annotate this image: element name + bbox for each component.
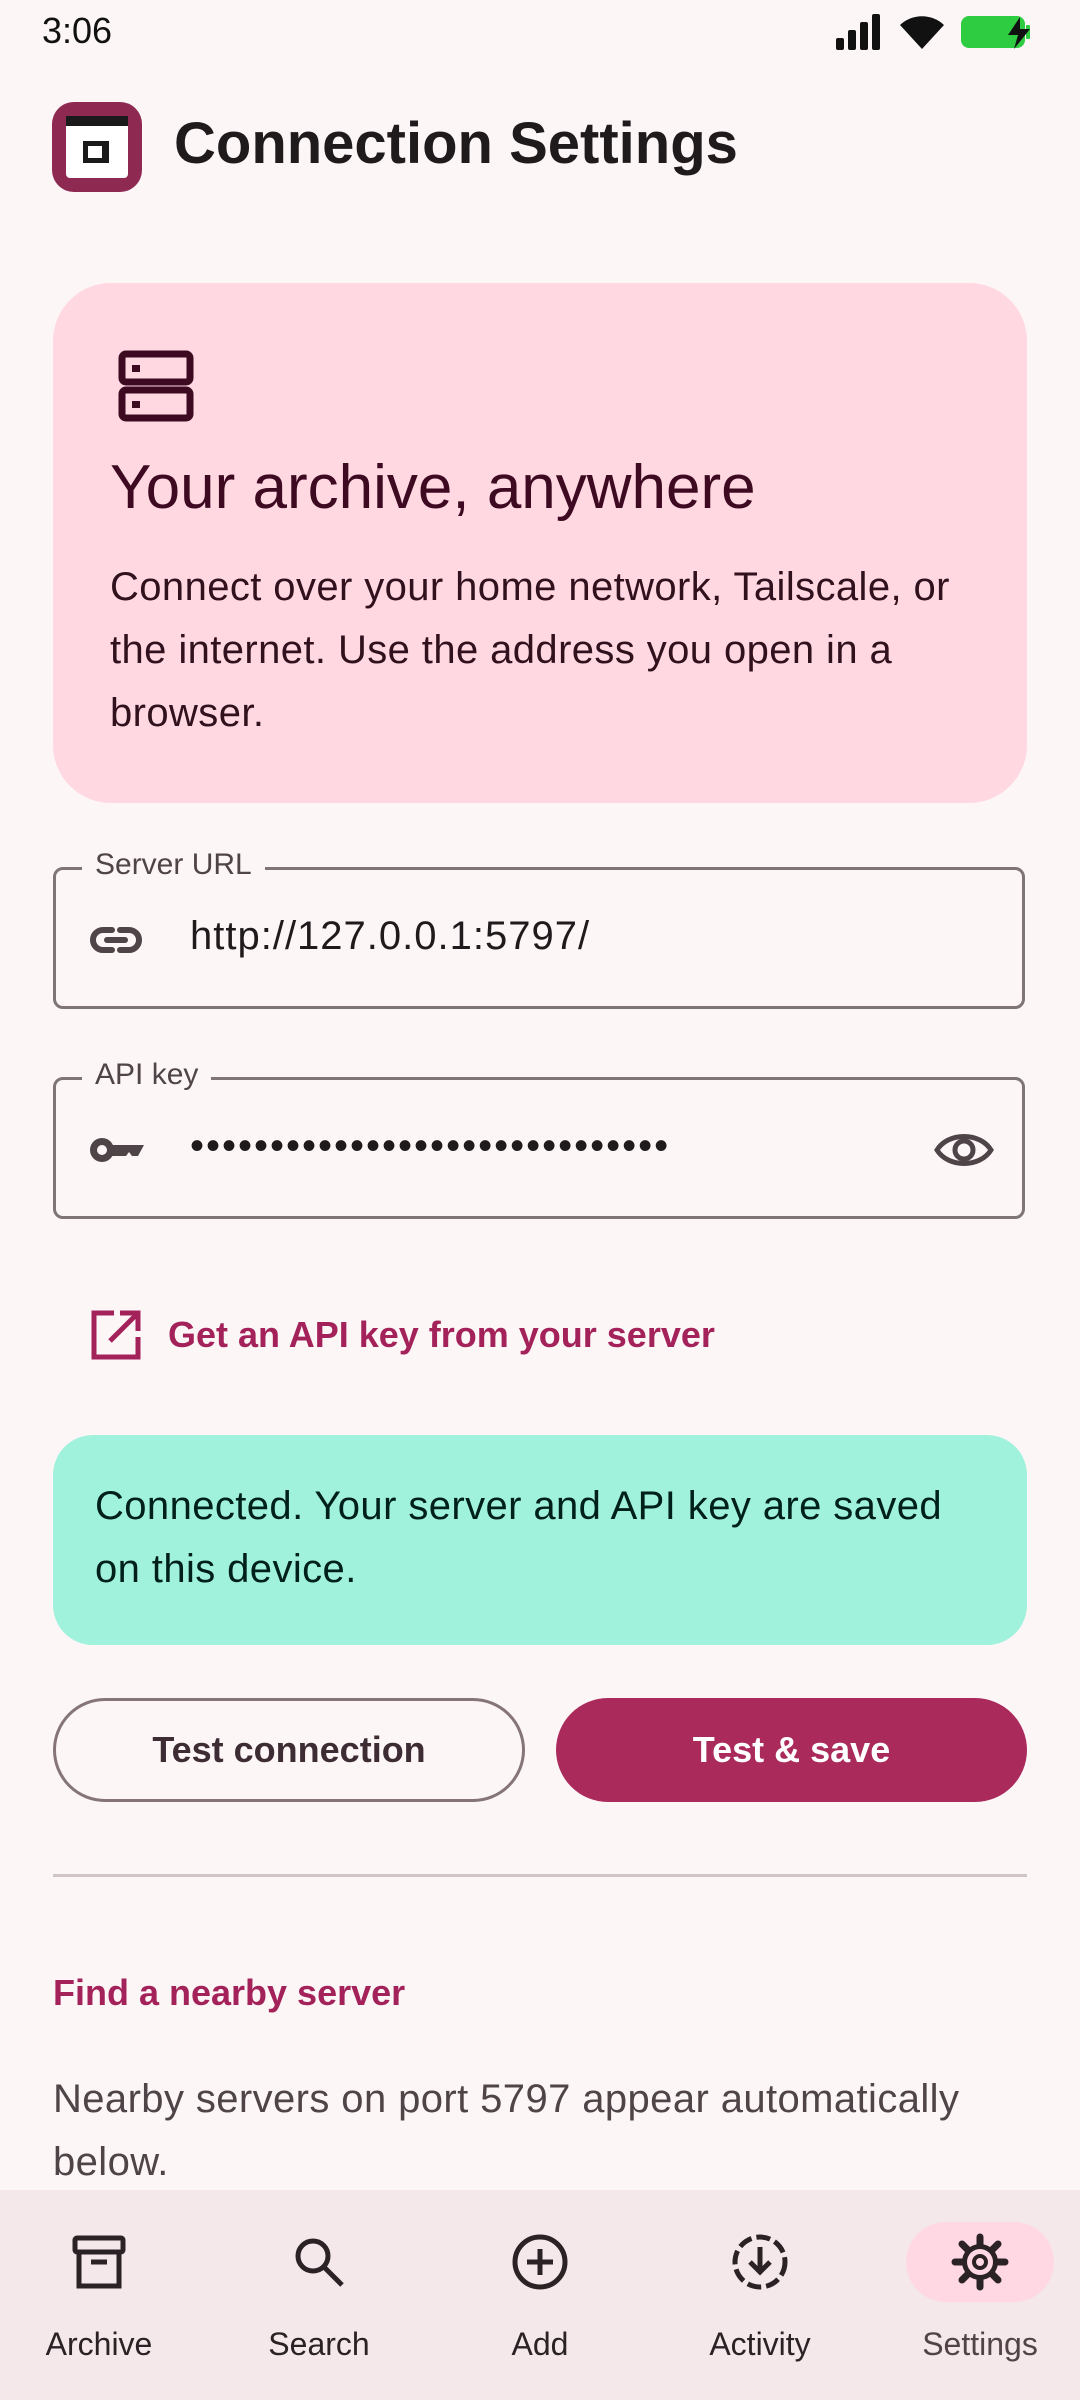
- test-connection-button[interactable]: Test connection: [53, 1698, 525, 1802]
- archive-icon: [72, 2235, 126, 2289]
- nav-item-settings[interactable]: Settings: [870, 2222, 1080, 2363]
- link-icon: [90, 927, 142, 953]
- get-api-key-link[interactable]: Get an API key from your server: [90, 1300, 715, 1370]
- app-logo-icon: [66, 116, 128, 178]
- nav-item-add[interactable]: Add: [430, 2222, 650, 2363]
- eye-icon[interactable]: [934, 1120, 994, 1180]
- nav-label-add: Add: [511, 2326, 569, 2362]
- hero-description: Connect over your home network, Tailscal…: [110, 565, 950, 735]
- server-url-input[interactable]: http://127.0.0.1:5797/: [190, 914, 590, 959]
- search-icon: [295, 2238, 344, 2287]
- page-title: Connection Settings: [174, 111, 738, 176]
- nav-item-archive[interactable]: Archive: [0, 2222, 209, 2363]
- connection-status-message: Connected. Your server and API key are s…: [95, 1484, 943, 1591]
- test-and-save-button[interactable]: Test & save: [556, 1698, 1027, 1802]
- server-url-label: Server URL: [82, 848, 265, 882]
- api-key-input[interactable]: ••••••••••••••••••••••••••••••: [190, 1124, 670, 1169]
- section-divider: [53, 1874, 1027, 1877]
- gear-icon: [951, 2233, 1009, 2291]
- nav-label-activity: Activity: [709, 2326, 811, 2362]
- nav-item-activity[interactable]: Activity: [650, 2222, 870, 2363]
- wifi-icon: [900, 16, 944, 49]
- nav-label-archive: Archive: [45, 2326, 153, 2362]
- download-activity-icon: [732, 2234, 788, 2290]
- nav-pill-archive: [25, 2222, 173, 2302]
- open-external-icon: [91, 1310, 141, 1360]
- nav-pill-search: [245, 2222, 393, 2302]
- hero-title: Your archive, anywhere: [110, 453, 756, 522]
- status-icons: [834, 12, 1042, 52]
- app-logo: [52, 102, 142, 192]
- nav-item-search[interactable]: Search: [209, 2222, 429, 2363]
- server-icon: [118, 350, 194, 422]
- key-icon: [90, 1138, 144, 1162]
- nav-label-settings: Settings: [922, 2326, 1038, 2362]
- nearby-server-description: Nearby servers on port 5797 appear autom…: [53, 2077, 960, 2184]
- add-circle-icon: [512, 2234, 568, 2290]
- api-key-label: API key: [82, 1058, 212, 1092]
- nav-pill-add: [466, 2222, 614, 2302]
- battery-charging-icon: [961, 16, 1030, 49]
- nav-pill-settings: [906, 2222, 1054, 2302]
- get-api-key-label: Get an API key from your server: [168, 1314, 715, 1355]
- nearby-server-title: Find a nearby server: [53, 1972, 406, 2013]
- nav-pill-activity: [686, 2222, 834, 2302]
- signal-icon: [836, 14, 880, 50]
- status-time: 3:06: [42, 10, 113, 51]
- nav-label-search: Search: [268, 2326, 370, 2362]
